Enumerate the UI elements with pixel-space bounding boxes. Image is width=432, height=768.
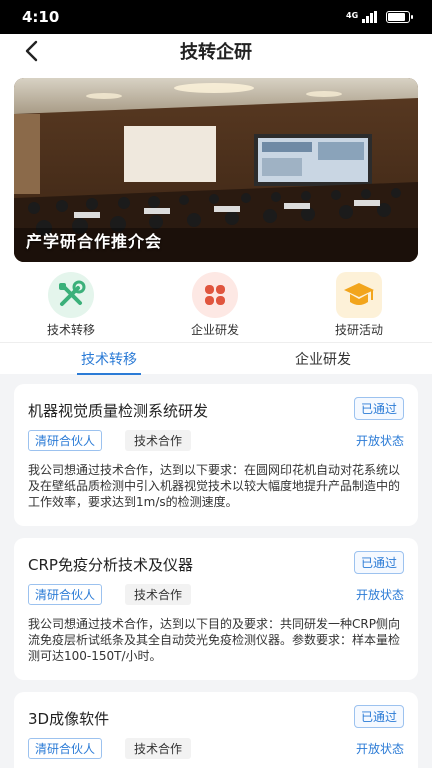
- quick-nav-label: 技术转移: [46, 323, 95, 337]
- tab-label: 技术转移: [81, 352, 137, 368]
- quick-nav: 技术转移 企业研发 技研活动: [0, 268, 432, 342]
- project-description: 我公司想通过技术合作，达到以下目的及要求：共同研发一种CRP侧向流免疫层析试纸条…: [28, 617, 401, 663]
- app-header: 技转企研: [0, 34, 432, 68]
- status-badge: 已通过: [353, 705, 404, 728]
- tab-bar: 技术转移 企业研发: [0, 342, 432, 375]
- type-tag: 技术合作: [125, 738, 192, 759]
- banner-section: 产学研合作推介会: [0, 68, 432, 268]
- project-card[interactable]: 机器视觉质量检测系统研发 已通过 清研合伙人 技术合作 开放状态 我公司想通过技…: [14, 384, 418, 526]
- tab-enterprise-rd[interactable]: 企业研发: [248, 349, 398, 369]
- project-title: CRP免疫分析技术及仪器: [28, 556, 193, 574]
- partner-tag: 清研合伙人: [28, 584, 103, 605]
- battery-icon: [386, 11, 413, 23]
- project-title: 3D成像软件: [28, 710, 110, 728]
- project-title: 机器视觉质量检测系统研发: [28, 402, 209, 420]
- tab-tech-transfer[interactable]: 技术转移: [34, 349, 184, 375]
- network-label: 4G: [346, 11, 359, 20]
- project-description: 我公司想通过技术合作，达到以下要求：在圆网印花机自动对花系统以及在壁纸品质检测中…: [28, 463, 401, 509]
- banner-caption: 产学研合作推介会: [26, 232, 163, 251]
- status-badge: 已通过: [353, 397, 404, 420]
- quick-nav-tech-transfer[interactable]: 技术转移: [16, 272, 126, 338]
- graduation-cap-icon: [336, 272, 382, 318]
- quick-nav-research-activity[interactable]: 技研活动: [304, 272, 414, 338]
- banner-image[interactable]: 产学研合作推介会: [14, 78, 418, 262]
- project-card[interactable]: 3D成像软件 已通过 清研合伙人 技术合作 开放状态: [14, 692, 418, 768]
- open-status: 开放状态: [355, 742, 404, 756]
- status-time: 4:10: [22, 8, 60, 26]
- tools-icon: [48, 272, 94, 318]
- open-status: 开放状态: [355, 434, 404, 448]
- quick-nav-label: 企业研发: [190, 323, 239, 337]
- clover-icon: [192, 272, 238, 318]
- tab-label: 企业研发: [295, 352, 351, 368]
- tab-active-indicator: [77, 373, 141, 375]
- type-tag: 技术合作: [125, 430, 192, 451]
- project-card[interactable]: CRP免疫分析技术及仪器 已通过 清研合伙人 技术合作 开放状态 我公司想通过技…: [14, 538, 418, 680]
- open-status: 开放状态: [355, 588, 404, 602]
- quick-nav-enterprise-rd[interactable]: 企业研发: [160, 272, 270, 338]
- partner-tag: 清研合伙人: [28, 738, 103, 759]
- signal-icon: [362, 11, 378, 23]
- page-title: 技转企研: [180, 42, 252, 63]
- quick-nav-label: 技研活动: [334, 323, 383, 337]
- status-bar: 4:10 4G: [0, 0, 432, 34]
- type-tag: 技术合作: [125, 584, 192, 605]
- status-badge: 已通过: [353, 551, 404, 574]
- partner-tag: 清研合伙人: [28, 430, 103, 451]
